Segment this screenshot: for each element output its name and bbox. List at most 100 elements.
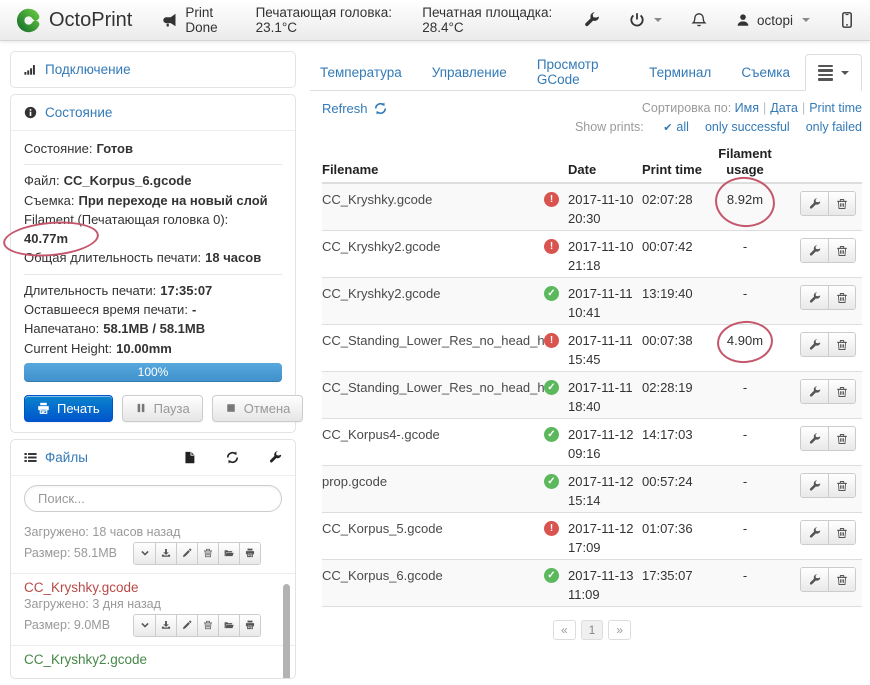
pagination-page-1[interactable]: 1 <box>581 620 604 640</box>
file-list-name[interactable]: CC_Kryshky.gcode <box>24 580 261 595</box>
row-delete-button[interactable] <box>828 192 855 215</box>
state-panel-header[interactable]: Состояние <box>11 95 295 130</box>
filter-all[interactable]: ✔all <box>663 120 689 134</box>
file-collapse-button[interactable] <box>134 615 155 636</box>
files-panel-header[interactable]: Файлы <box>11 440 295 475</box>
trash-icon <box>836 433 848 445</box>
trash-icon <box>836 245 848 257</box>
tab-gcode-viewer[interactable]: Просмотр GCode <box>522 54 634 90</box>
connection-panel-header[interactable]: Подключение <box>11 52 295 87</box>
print-button[interactable]: Печать <box>24 395 113 422</box>
current-height-value: 10.00mm <box>116 341 172 356</box>
row-settings-button[interactable] <box>801 380 828 403</box>
search-input[interactable] <box>24 485 282 512</box>
row-delete-button[interactable] <box>828 239 855 262</box>
user-menu[interactable]: octopi <box>736 13 810 28</box>
row-delete-button[interactable] <box>828 568 855 591</box>
pagination-next[interactable]: » <box>608 620 631 640</box>
row-delete-button[interactable] <box>828 521 855 544</box>
file-edit-button[interactable] <box>176 615 197 636</box>
row-date: 2017-11-1209:16 <box>568 426 642 463</box>
refresh-link[interactable]: Refresh <box>322 101 387 116</box>
file-print-button[interactable] <box>239 543 260 564</box>
file-edit-button[interactable] <box>176 543 197 564</box>
row-filename: CC_Kryshky2.gcode <box>322 285 544 301</box>
files-settings-icon[interactable] <box>269 451 282 464</box>
row-print-time: 00:57:24 <box>642 473 720 489</box>
file-delete-button[interactable] <box>197 615 218 636</box>
cancel-button[interactable]: Отмена <box>212 395 304 422</box>
row-delete-button[interactable] <box>828 474 855 497</box>
file-size: Размер: 9.0MB <box>24 617 110 634</box>
pause-button[interactable]: Пауза <box>122 395 203 422</box>
row-settings-button[interactable] <box>801 427 828 450</box>
file-print-button[interactable] <box>239 615 260 636</box>
status-icon: ✓ <box>544 427 559 442</box>
row-delete-button[interactable] <box>828 286 855 309</box>
file-list-item[interactable]: Загружено: 18 часов назад Размер: 58.1MB <box>11 517 295 573</box>
row-delete-button[interactable] <box>828 427 855 450</box>
tab-control[interactable]: Управление <box>417 54 522 90</box>
sort-by-name[interactable]: Имя <box>735 101 759 115</box>
pencil-icon <box>182 620 192 630</box>
tab-temperature[interactable]: Температура <box>310 54 417 90</box>
file-download-button[interactable] <box>155 543 176 564</box>
tab-timelapse[interactable]: Съемка <box>726 54 805 90</box>
file-delete-button[interactable] <box>197 543 218 564</box>
settings-button[interactable] <box>584 12 600 28</box>
brand-title: OctoPrint <box>49 9 132 32</box>
row-delete-button[interactable] <box>828 380 855 403</box>
row-settings-button[interactable] <box>801 333 828 356</box>
file-list-name[interactable]: CC_Kryshky2.gcode <box>24 652 261 667</box>
notifications-button[interactable] <box>691 12 707 28</box>
sort-by-date[interactable]: Дата <box>770 101 798 115</box>
row-settings-button[interactable] <box>801 286 828 309</box>
file-load-button[interactable] <box>218 543 239 564</box>
row-date: 2017-11-1311:09 <box>568 567 642 604</box>
folder-open-icon <box>224 620 234 630</box>
connection-panel: Подключение <box>10 51 296 88</box>
status-icon: ✓ <box>544 380 559 395</box>
sort-by-print-time[interactable]: Print time <box>809 101 862 115</box>
row-settings-button[interactable] <box>801 474 828 497</box>
system-menu[interactable] <box>629 12 662 28</box>
row-settings-button[interactable] <box>801 521 828 544</box>
signal-icon <box>24 63 37 76</box>
row-settings-button[interactable] <box>801 192 828 215</box>
row-delete-button[interactable] <box>828 333 855 356</box>
files-scrollbar[interactable] <box>283 584 290 679</box>
file-load-button[interactable] <box>218 615 239 636</box>
notification-print-done[interactable]: Print Done <box>162 5 229 35</box>
row-settings-button[interactable] <box>801 239 828 262</box>
filter-only-failed[interactable]: only failed <box>806 120 862 134</box>
pagination-prev[interactable]: « <box>553 620 576 640</box>
filter-only-successful[interactable]: only successful <box>705 120 790 134</box>
file-download-button[interactable] <box>155 615 176 636</box>
mobile-ui-button[interactable] <box>839 12 855 28</box>
file-list-item[interactable]: CC_Kryshky2.gcode <box>11 645 295 676</box>
show-prints-label: Show prints: <box>575 120 644 134</box>
trash-icon <box>836 574 848 586</box>
brand[interactable]: OctoPrint <box>16 8 132 33</box>
table-row: prop.gcode ✓ 2017-11-1215:14 00:57:24 - <box>322 466 862 513</box>
row-settings-button[interactable] <box>801 568 828 591</box>
progress-label: 100% <box>138 363 169 382</box>
print-time-value: 17:35:07 <box>160 283 212 298</box>
tab-dropdown[interactable] <box>805 54 862 91</box>
timelapse-value: При переходе на новый слой <box>79 193 268 208</box>
tool-temperature: Печатающая головка: 23.1°C <box>256 5 397 35</box>
row-filename: CC_Korpus4-.gcode <box>322 426 544 442</box>
wrench-icon <box>584 12 600 28</box>
sort-label: Сортировка по: <box>642 101 731 115</box>
progress-bar: 100% <box>24 363 282 382</box>
sort-options: Имя|Дата|Print time <box>735 101 862 115</box>
tab-terminal[interactable]: Терминал <box>634 54 726 90</box>
printed-bytes-value: 58.1MB / 58.1MB <box>103 321 205 336</box>
refresh-icon[interactable] <box>226 451 239 464</box>
filament-label: Filament (Печатающая головка 0): <box>24 210 282 229</box>
trash-icon <box>836 198 848 210</box>
chevron-down-icon <box>140 620 150 630</box>
file-list-item[interactable]: CC_Kryshky.gcode Загружено: 3 дня назад … <box>11 573 295 645</box>
file-collapse-button[interactable] <box>134 543 155 564</box>
upload-file-icon[interactable] <box>183 451 196 464</box>
